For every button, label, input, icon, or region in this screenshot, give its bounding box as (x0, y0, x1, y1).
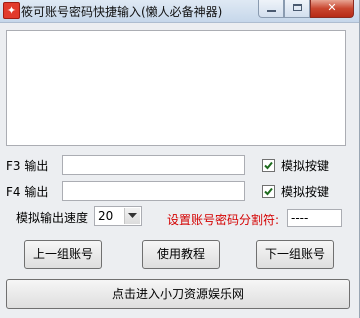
next-account-button[interactable]: 下一组账号 (256, 240, 334, 269)
chevron-down-icon (128, 213, 137, 218)
separator-input[interactable]: ---- (287, 209, 342, 227)
account-list-textarea[interactable] (6, 30, 346, 146)
f4-output-field[interactable] (62, 181, 245, 201)
f4-simulate-keys-label: 模拟按键 (281, 185, 330, 199)
maximize-button[interactable] (284, 0, 310, 18)
prev-account-button[interactable]: 上一组账号 (24, 240, 102, 269)
checkmark-icon (264, 161, 273, 170)
f3-simulate-keys-checkbox[interactable] (262, 159, 275, 172)
app-window: ✦ 筱可账号密码快捷输入(懒人必备神器) ✕ F3 输出 模拟按键 F4 输出 … (0, 0, 360, 318)
maximize-icon (293, 4, 302, 11)
f4-output-label: F4 输出 (6, 185, 49, 199)
speed-label: 模拟输出速度 (16, 211, 89, 225)
title-bar[interactable]: ✦ 筱可账号密码快捷输入(懒人必备神器) ✕ (0, 0, 359, 23)
close-icon: ✕ (327, 1, 337, 14)
window-title: 筱可账号密码快捷输入(懒人必备神器) (21, 5, 223, 19)
website-link-button[interactable]: 点击进入小刀资源娱乐网 (6, 279, 350, 309)
tutorial-button[interactable]: 使用教程 (142, 240, 220, 269)
close-button[interactable]: ✕ (310, 0, 354, 18)
app-icon: ✦ (3, 2, 20, 19)
f4-simulate-keys-checkbox[interactable] (262, 185, 275, 198)
speed-select[interactable]: 20 (94, 206, 142, 226)
checkmark-icon (264, 187, 273, 196)
minimize-icon (267, 10, 276, 12)
speed-value: 20 (98, 209, 114, 223)
dropdown-arrow[interactable] (124, 208, 140, 224)
minimize-button[interactable] (258, 0, 284, 18)
separator-label: 设置账号密码分割符: (167, 213, 280, 227)
f3-simulate-keys-label: 模拟按键 (281, 159, 330, 173)
f3-output-field[interactable] (62, 155, 245, 175)
f3-output-label: F3 输出 (6, 159, 49, 173)
